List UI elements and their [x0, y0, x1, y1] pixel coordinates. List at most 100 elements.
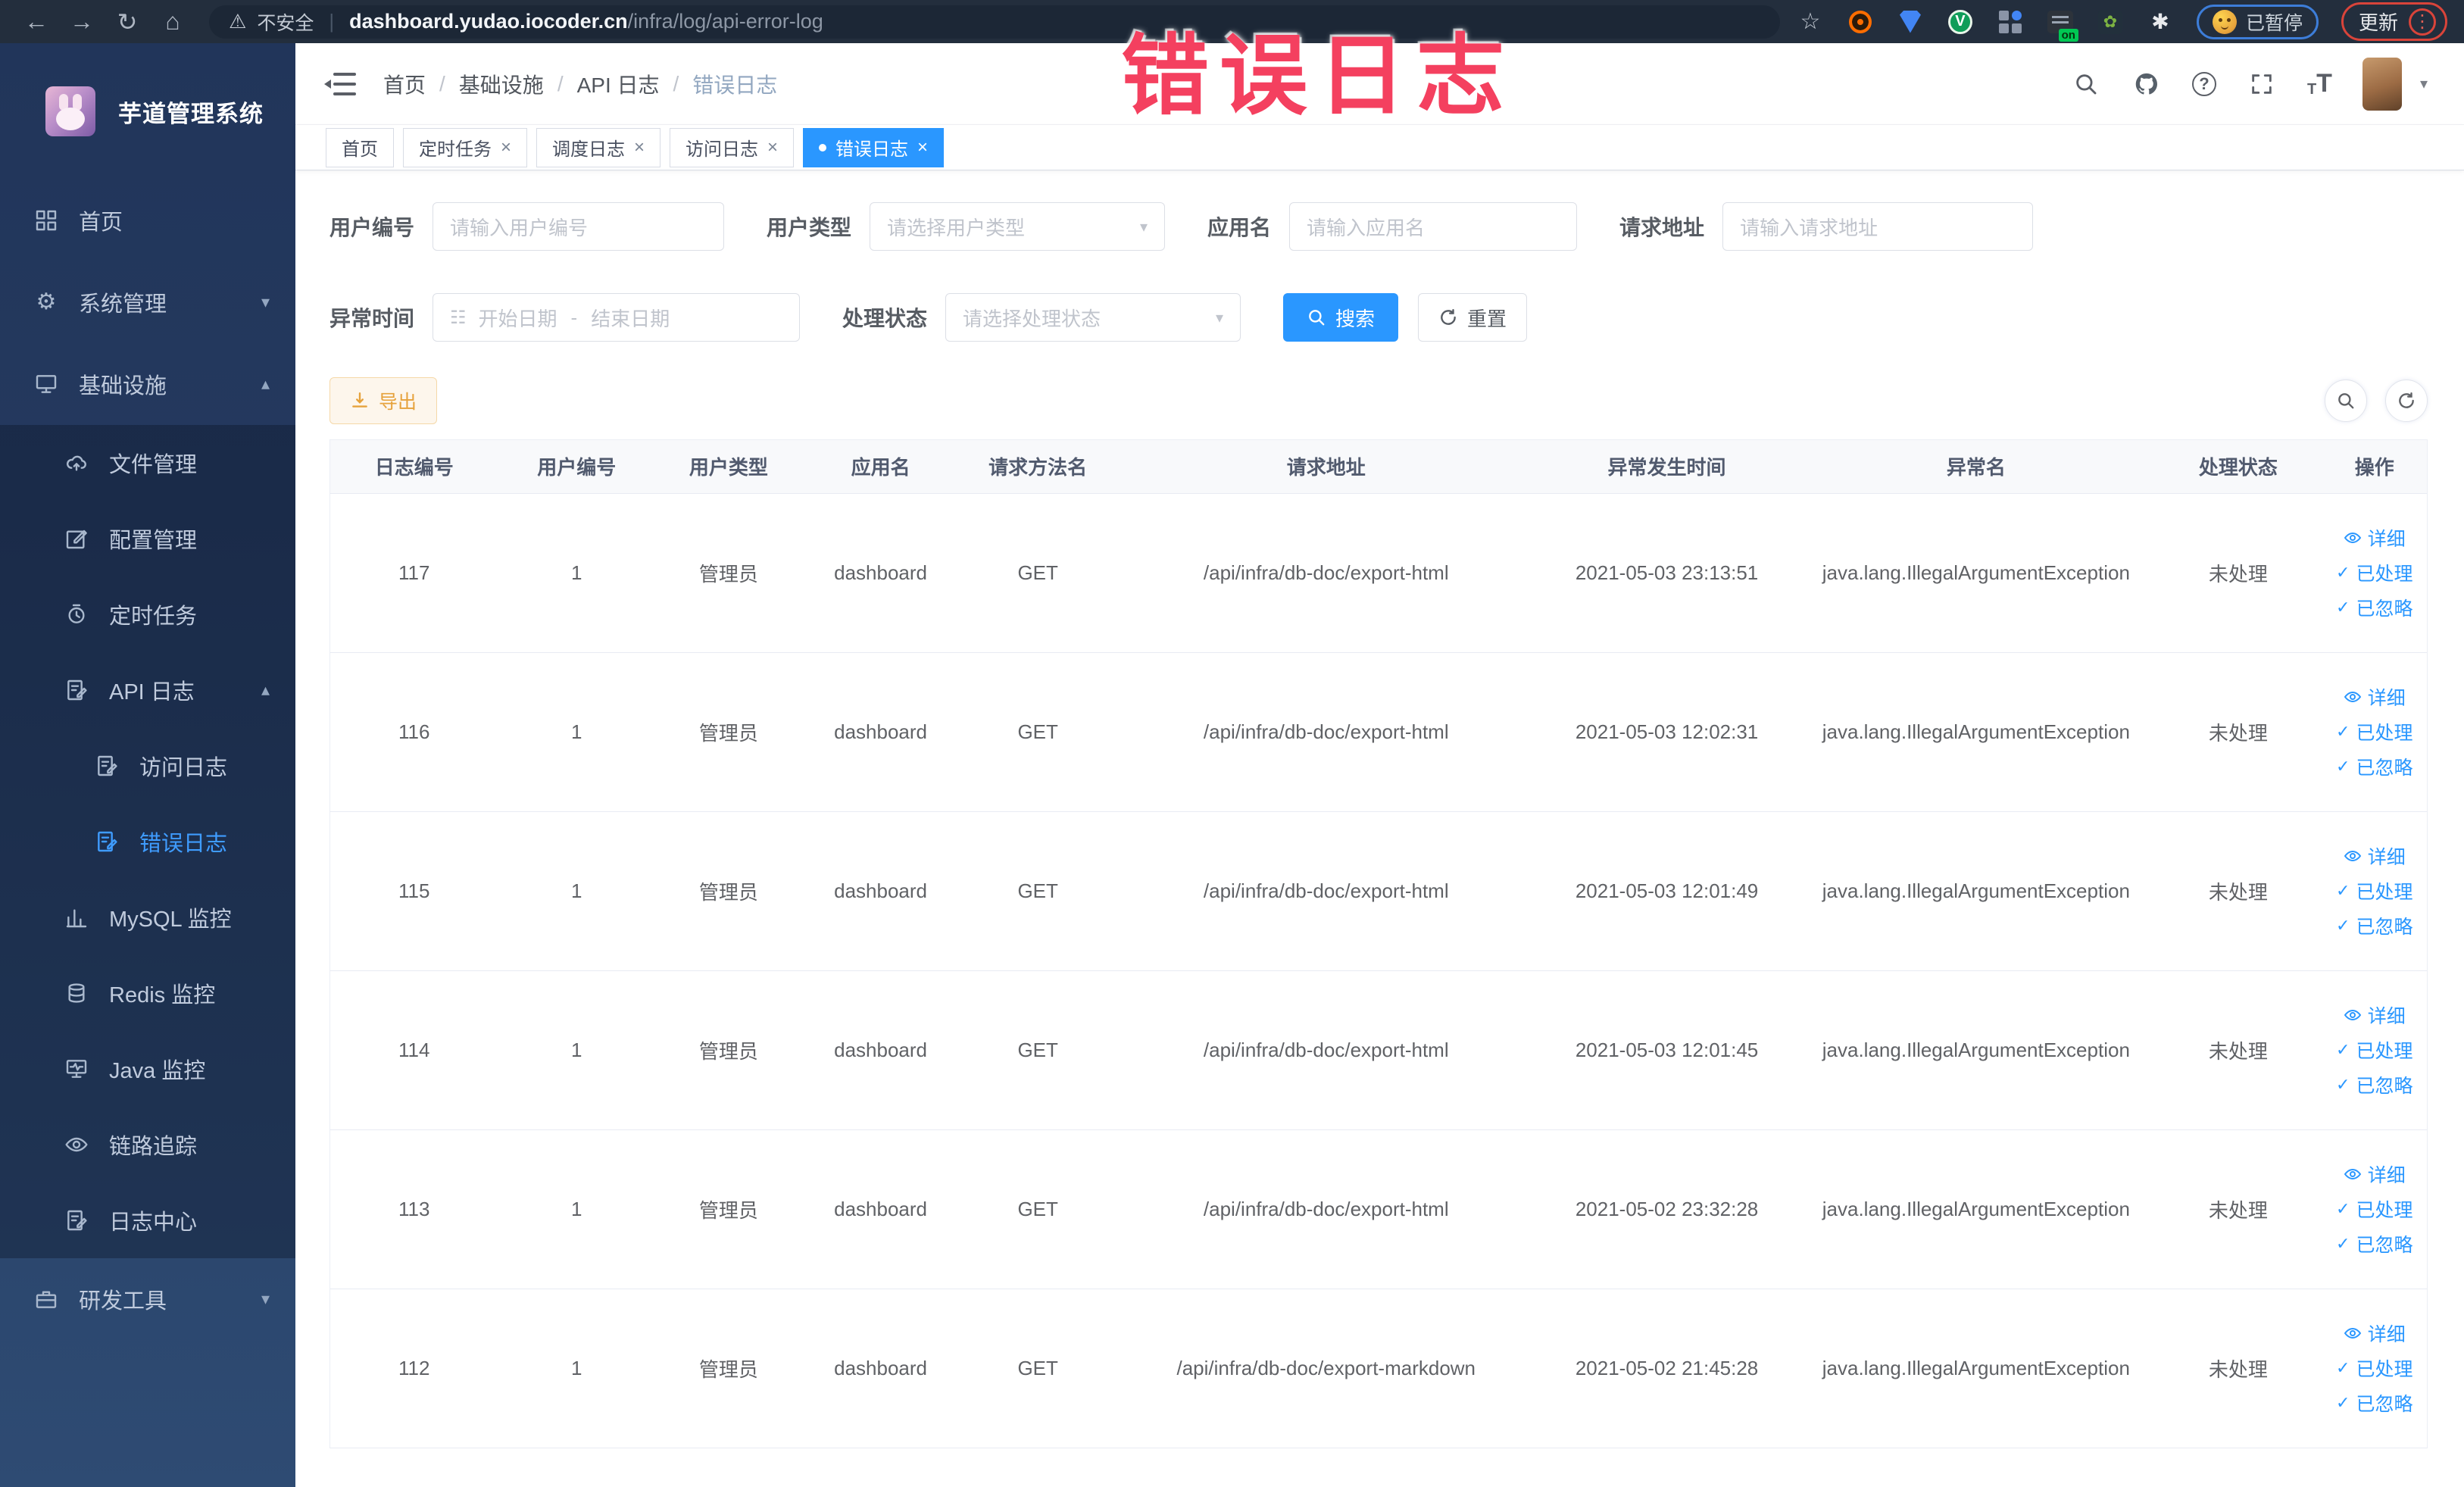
browser-back-icon[interactable]: ← [17, 8, 56, 36]
sidebar-item-file-management[interactable]: 文件管理 [0, 425, 295, 501]
request-url-input[interactable]: 请输入请求地址 [1722, 202, 2034, 251]
cell-error-time: 2021-05-03 12:02:31 [1535, 652, 1798, 812]
cell-log-id: 112 [330, 1289, 498, 1448]
action-ignored-link[interactable]: ✓ 已忽略 [2336, 1389, 2412, 1417]
sidebar-item-java-monitor[interactable]: Java 监控 [0, 1031, 295, 1107]
browser-menu-kebab-icon[interactable]: ⋮ [2409, 8, 2436, 36]
action-detail-link[interactable]: 详细 [2344, 683, 2406, 711]
close-icon[interactable]: × [634, 137, 645, 158]
action-ignored-link[interactable]: ✓ 已忽略 [2336, 753, 2412, 780]
action-ignored-link[interactable]: ✓ 已忽略 [2336, 1230, 2412, 1257]
search-button[interactable]: 搜索 [1283, 293, 1399, 342]
sidebar-item-log-center[interactable]: 日志中心 [0, 1182, 295, 1258]
cell-request-url: /api/infra/db-doc/export-html [1116, 652, 1536, 812]
table-row: 115 1 管理员 dashboard GET/api/infra/db-doc/exp… [330, 811, 2427, 971]
action-detail-link[interactable]: 详细 [2344, 1001, 2406, 1029]
sidebar-item-api-log[interactable]: API 日志 ▴ [0, 652, 295, 728]
cell-operations: 详细 ✓ 已处理 ✓ 已忽略 [2322, 652, 2427, 812]
sidebar-item-scheduled-jobs[interactable]: 定时任务 [0, 576, 295, 652]
bar-chart-icon [64, 904, 89, 930]
sidebar-item-dev-tools[interactable]: 研发工具 ▾ [0, 1258, 295, 1340]
col-log-id: 日志编号 [330, 440, 498, 494]
browser-home-icon[interactable]: ⌂ [153, 8, 192, 36]
fullscreen-icon[interactable] [2247, 69, 2277, 99]
toggle-search-button[interactable] [2325, 380, 2367, 422]
browser-update-button[interactable]: 更新 ⋮ [2341, 2, 2447, 41]
action-processed-link[interactable]: ✓ 已处理 [2336, 1036, 2412, 1064]
help-icon[interactable]: ? [2191, 71, 2216, 96]
user-avatar[interactable] [2362, 57, 2402, 111]
action-ignored-link[interactable]: ✓ 已忽略 [2336, 912, 2412, 939]
browser-forward-icon[interactable]: → [62, 8, 101, 36]
breadcrumb-home[interactable]: 首页 [383, 69, 426, 99]
tab-scheduled-jobs[interactable]: 定时任务 × [403, 127, 528, 167]
action-detail-link[interactable]: 详细 [2344, 524, 2406, 551]
error-time-range-picker[interactable]: ☷ 开始日期 - 结束日期 [433, 293, 801, 342]
cell-process-status: 未处理 [2154, 652, 2322, 812]
tab-home[interactable]: 首页 [326, 127, 394, 167]
action-detail-link[interactable]: 详细 [2344, 842, 2406, 870]
col-process-status: 处理状态 [2154, 440, 2322, 494]
check-icon: ✓ [2336, 881, 2350, 900]
tab-dispatch-log[interactable]: 调度日志 × [536, 127, 661, 167]
close-icon[interactable]: × [501, 137, 511, 158]
extension-grid-icon[interactable] [1997, 8, 2024, 36]
user-type-select[interactable]: 请选择用户类型 ▾ [870, 202, 1166, 251]
col-exception-name: 异常名 [1797, 440, 2155, 494]
document-edit-icon [94, 829, 120, 854]
action-processed-link[interactable]: ✓ 已处理 [2336, 718, 2412, 745]
action-ignored-link[interactable]: ✓ 已忽略 [2336, 1071, 2412, 1098]
paused-extension-pill[interactable]: 已暂停 [2196, 4, 2319, 39]
avatar-caret-icon[interactable]: ▾ [2420, 74, 2428, 93]
action-processed-link[interactable]: ✓ 已处理 [2336, 877, 2412, 904]
sidebar-item-redis-monitor[interactable]: Redis 监控 [0, 955, 295, 1031]
reset-button[interactable]: 重置 [1418, 293, 1528, 342]
action-detail-link[interactable]: 详细 [2344, 1320, 2406, 1347]
app-logo-row[interactable]: 芋道管理系统 [0, 43, 295, 180]
breadcrumb-infra[interactable]: 基础设施 [459, 69, 544, 99]
close-icon[interactable]: × [767, 137, 778, 158]
extensions-puzzle-icon[interactable]: ✱ [2147, 8, 2174, 36]
col-request-url: 请求地址 [1116, 440, 1536, 494]
check-icon: ✓ [2336, 916, 2350, 935]
cell-method: GET [959, 493, 1116, 653]
bookmark-star-icon[interactable]: ☆ [1800, 8, 1821, 35]
font-size-icon[interactable]: TT [2307, 69, 2332, 98]
close-icon[interactable]: × [917, 137, 928, 158]
sidebar-item-error-log[interactable]: 错误日志 [0, 804, 295, 879]
app-name-input[interactable]: 请输入应用名 [1289, 202, 1578, 251]
cell-user-type: 管理员 [655, 652, 802, 812]
check-icon: ✓ [2336, 1040, 2350, 1059]
process-status-select[interactable]: 请选择处理状态 ▾ [945, 293, 1241, 342]
extension-leaf-icon[interactable]: ✿ [2097, 8, 2124, 36]
action-processed-link[interactable]: ✓ 已处理 [2336, 1195, 2412, 1223]
action-ignored-link[interactable]: ✓ 已忽略 [2336, 594, 2412, 621]
address-bar[interactable]: ⚠ 不安全 | dashboard.yudao.iocoder.cn/infra… [209, 5, 1780, 39]
user-id-input[interactable]: 请输入用户编号 [433, 202, 725, 251]
sidebar-item-infra[interactable]: 基础设施 ▴ [0, 343, 295, 425]
action-detail-link[interactable]: 详细 [2344, 1161, 2406, 1188]
sidebar-item-access-log[interactable]: 访问日志 [0, 728, 295, 804]
cell-process-status: 未处理 [2154, 493, 2322, 653]
extension-shield-icon[interactable] [1897, 8, 1924, 36]
sidebar-item-mysql-monitor[interactable]: MySQL 监控 [0, 879, 295, 955]
sidebar-item-system[interactable]: ⚙ 系统管理 ▾ [0, 261, 295, 343]
browser-reload-icon[interactable]: ↻ [108, 8, 147, 36]
extension-switch-icon[interactable]: on [2047, 8, 2078, 42]
cell-request-url: /api/infra/db-doc/export-markdown [1116, 1289, 1536, 1448]
action-processed-link[interactable]: ✓ 已处理 [2336, 559, 2412, 586]
extension-orange-icon[interactable] [1847, 8, 1874, 36]
refresh-button[interactable] [2385, 380, 2428, 422]
collapse-sidebar-icon[interactable] [324, 71, 356, 97]
tab-error-log[interactable]: 错误日志 × [803, 127, 945, 167]
sidebar-item-trace[interactable]: 链路追踪 [0, 1107, 295, 1182]
breadcrumb-api-log[interactable]: API 日志 [577, 69, 660, 99]
github-icon[interactable] [2131, 69, 2162, 99]
tab-access-log[interactable]: 访问日志 × [670, 127, 795, 167]
extension-green-icon[interactable]: V [1947, 8, 1974, 36]
sidebar-item-config-management[interactable]: 配置管理 [0, 501, 295, 576]
search-icon[interactable] [2071, 69, 2101, 99]
sidebar-item-home[interactable]: 首页 [0, 180, 295, 261]
action-processed-link[interactable]: ✓ 已处理 [2336, 1354, 2412, 1382]
export-button[interactable]: 导出 [329, 377, 438, 424]
